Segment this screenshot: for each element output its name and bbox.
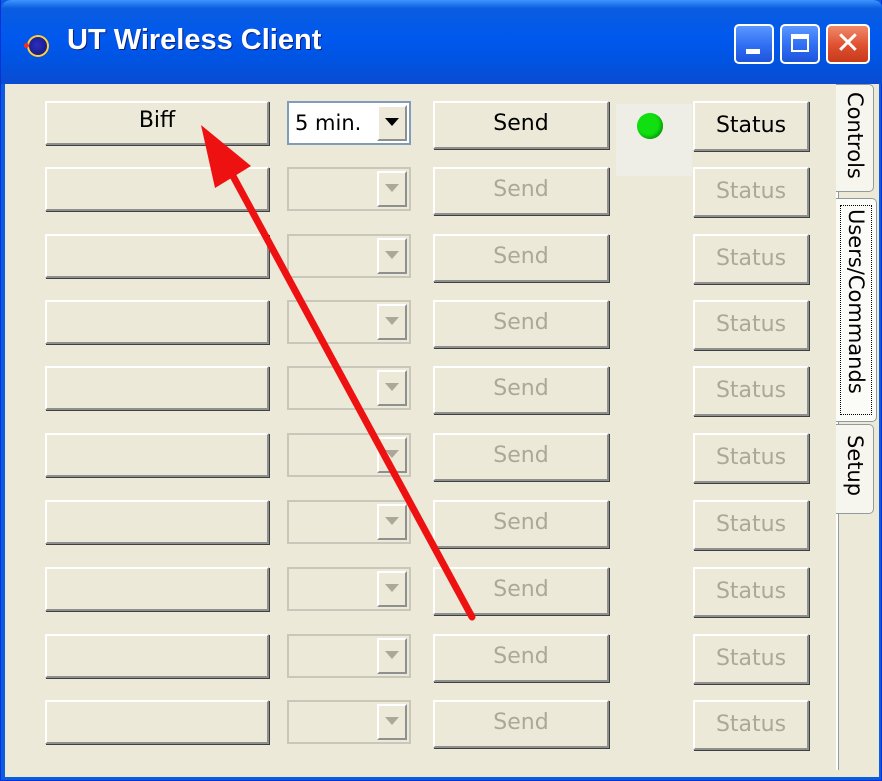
status-button[interactable]: Status	[693, 366, 809, 416]
command-button[interactable]	[45, 567, 269, 611]
status-button[interactable]: Status	[693, 500, 809, 550]
send-button-label: Send	[493, 443, 549, 468]
command-button[interactable]	[45, 234, 269, 278]
status-button-label: Status	[715, 378, 787, 403]
chevron-down-icon[interactable]	[377, 638, 407, 674]
command-button[interactable]	[45, 634, 269, 678]
maximize-button[interactable]	[780, 24, 820, 64]
send-button[interactable]: Send	[433, 234, 609, 282]
command-button[interactable]	[45, 366, 269, 410]
status-button[interactable]: Status	[693, 101, 809, 151]
close-icon: ✕	[835, 26, 861, 61]
send-button-label: Send	[493, 111, 549, 136]
interval-select[interactable]	[287, 234, 411, 278]
status-button[interactable]: Status	[693, 567, 809, 617]
status-button[interactable]: Status	[693, 234, 809, 284]
send-button[interactable]: Send	[433, 167, 609, 215]
command-button[interactable]	[45, 167, 269, 211]
status-button-label: Status	[715, 312, 787, 337]
status-button-label: Status	[715, 512, 787, 537]
send-button[interactable]: Send	[433, 300, 609, 348]
status-button-label: Status	[715, 646, 787, 671]
status-button-label: Status	[715, 113, 787, 138]
status-button-label: Status	[715, 246, 787, 271]
tab-label: Users/Commands	[844, 209, 868, 394]
send-button[interactable]: Send	[433, 700, 609, 748]
interval-select[interactable]	[287, 167, 411, 211]
chevron-down-icon[interactable]	[377, 105, 407, 141]
status-button-label: Status	[715, 712, 787, 737]
chevron-down-icon[interactable]	[377, 304, 407, 340]
interval-select[interactable]	[287, 433, 411, 477]
minimize-icon	[746, 49, 760, 54]
chevron-down-icon[interactable]	[377, 504, 407, 540]
interval-select[interactable]	[287, 700, 411, 744]
interval-select[interactable]	[287, 634, 411, 678]
close-button[interactable]: ✕	[826, 24, 870, 64]
status-button[interactable]: Status	[693, 167, 809, 217]
send-button-label: Send	[493, 177, 549, 202]
tab-label: Controls	[842, 92, 867, 179]
window-title: UT Wireless Client	[67, 24, 322, 56]
send-button[interactable]: Send	[433, 500, 609, 548]
send-button[interactable]: Send	[433, 634, 609, 682]
client-area: Biff 5 min. Send Status Send Status Send Status…	[5, 84, 879, 777]
command-button-label: Biff	[138, 108, 176, 133]
interval-select[interactable]	[287, 567, 411, 611]
command-button[interactable]	[45, 300, 269, 344]
interval-value: 5 min.	[295, 111, 362, 135]
send-button[interactable]: Send	[433, 366, 609, 414]
tab-users-commands[interactable]: Users/Commands	[836, 198, 877, 422]
status-button[interactable]: Status	[693, 433, 809, 483]
status-button[interactable]: Status	[693, 700, 809, 750]
command-button[interactable]	[45, 500, 269, 544]
chevron-down-icon[interactable]	[377, 370, 407, 406]
status-led-icon	[637, 113, 663, 139]
status-button-label: Status	[715, 579, 787, 604]
maximize-icon	[791, 34, 809, 52]
command-button[interactable]: Biff	[45, 101, 269, 145]
status-button[interactable]: Status	[693, 634, 809, 684]
tab-label: Setup	[842, 435, 867, 497]
minimize-button[interactable]	[734, 24, 774, 64]
app-window: UT Wireless Client ✕ Biff 5 min. Send Statu…	[0, 0, 882, 781]
chevron-down-icon[interactable]	[377, 571, 407, 607]
interval-select[interactable]: 5 min.	[287, 101, 411, 145]
interval-select[interactable]	[287, 500, 411, 544]
chevron-down-icon[interactable]	[377, 704, 407, 740]
send-button-label: Send	[493, 644, 549, 669]
satellite-icon	[24, 35, 49, 57]
send-button[interactable]: Send	[433, 567, 609, 615]
send-button-label: Send	[493, 510, 549, 535]
send-button[interactable]: Send	[433, 433, 609, 481]
send-button-label: Send	[493, 376, 549, 401]
status-button-label: Status	[715, 445, 787, 470]
title-bar[interactable]: UT Wireless Client ✕	[1, 0, 882, 84]
chevron-down-icon[interactable]	[377, 437, 407, 473]
command-button[interactable]	[45, 433, 269, 477]
send-button-label: Send	[493, 710, 549, 735]
send-button[interactable]: Send	[433, 101, 609, 149]
tab-controls[interactable]: Controls	[836, 84, 874, 192]
interval-select[interactable]	[287, 366, 411, 410]
send-button-label: Send	[493, 244, 549, 269]
interval-select[interactable]	[287, 300, 411, 344]
status-button[interactable]: Status	[693, 300, 809, 350]
controls-panel: Biff 5 min. Send Status Send Status Send Status…	[10, 84, 838, 770]
status-button-label: Status	[715, 179, 787, 204]
command-button[interactable]	[45, 700, 269, 744]
send-button-label: Send	[493, 577, 549, 602]
tab-setup[interactable]: Setup	[836, 424, 874, 514]
send-button-label: Send	[493, 310, 549, 335]
chevron-down-icon[interactable]	[377, 171, 407, 207]
chevron-down-icon[interactable]	[377, 238, 407, 274]
